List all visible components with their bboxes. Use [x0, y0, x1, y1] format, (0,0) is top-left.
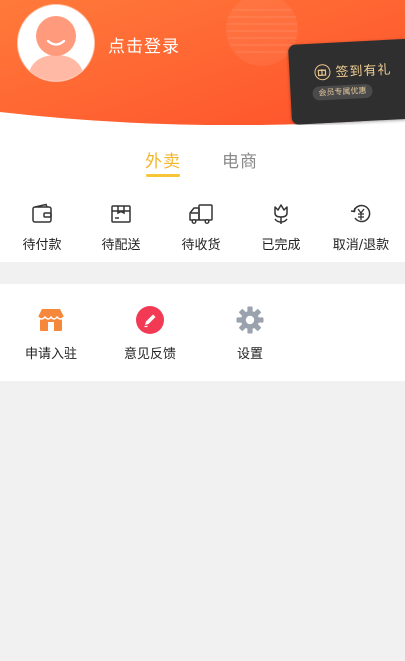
feedback-button[interactable]: 意见反馈 [105, 306, 195, 362]
tab-dianshang[interactable]: 电商 [222, 147, 258, 172]
feedback-pen-icon [136, 306, 164, 334]
order-pending-delivery[interactable]: 待配送 [81, 203, 161, 255]
order-pending-delivery-label: 待配送 [101, 238, 141, 253]
vip-card-subtitle: 会员专属优惠 [312, 83, 373, 101]
vip-card-title: 签到有礼 [335, 62, 392, 81]
wallet-icon [32, 203, 52, 223]
flower-icon [274, 204, 288, 224]
gift-icon [314, 63, 331, 81]
apply-merchant-label: 申请入驻 [24, 347, 77, 362]
order-refund-label: 取消/退款 [332, 238, 390, 253]
order-pending-receipt-label: 待收货 [181, 238, 221, 253]
refund-yuan-icon [350, 204, 371, 223]
settings-gear-icon [236, 306, 264, 334]
services-card: 申请入驻 意见反馈 设置 [0, 284, 405, 381]
orders-card: 外卖 电商 待付款 待配送 待收货 已完成 取消/退款 [0, 125, 405, 262]
store-icon [37, 309, 65, 331]
delivery-truck-icon [189, 204, 213, 225]
avatar[interactable] [18, 5, 94, 81]
order-pending-receipt[interactable]: 待收货 [161, 203, 241, 255]
package-icon [111, 205, 131, 223]
order-pending-payment-label: 待付款 [22, 238, 62, 253]
vip-signin-card[interactable]: 签到有礼 会员专属优惠 [288, 38, 405, 125]
settings-button[interactable]: 设置 [205, 306, 295, 362]
settings-label: 设置 [236, 347, 263, 362]
order-completed-label: 已完成 [261, 238, 301, 253]
order-pending-payment[interactable]: 待付款 [2, 203, 82, 255]
feedback-label: 意见反馈 [123, 347, 176, 362]
apply-merchant-button[interactable]: 申请入驻 [6, 306, 96, 362]
tab-waimai[interactable]: 外卖 [145, 147, 181, 172]
active-tab-indicator [146, 174, 180, 177]
order-completed[interactable]: 已完成 [241, 203, 321, 255]
user-avatar-icon [18, 5, 94, 81]
login-link[interactable]: 点击登录 [108, 32, 180, 57]
order-refund[interactable]: 取消/退款 [321, 203, 401, 255]
